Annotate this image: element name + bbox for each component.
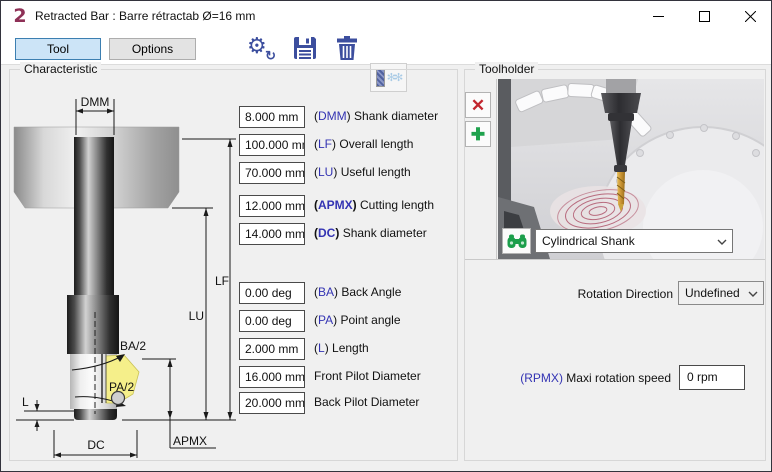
dmm-input[interactable]: 8.000 mm <box>239 106 305 128</box>
rpmx-label: (RPMX) Maxi rotation speed <box>471 371 671 385</box>
maximize-icon <box>699 11 710 22</box>
minimize-icon <box>653 11 664 22</box>
svg-text:LU: LU <box>189 309 204 323</box>
red-x-icon: ✕ <box>471 97 485 114</box>
search-toolholder-button[interactable] <box>502 228 531 254</box>
tool-editor-window: 2 Retracted Bar : Barre rétractab Ø=16 m… <box>0 0 772 472</box>
lf-input[interactable]: 100.000 mm <box>239 134 305 156</box>
svg-text:PA/2: PA/2 <box>109 380 134 394</box>
toolholder-image-bottom-border <box>465 259 765 260</box>
save-button[interactable] <box>289 34 321 62</box>
svg-text:DC: DC <box>87 438 105 452</box>
tab-tool[interactable]: Tool <box>15 38 101 60</box>
svg-text:L: L <box>22 395 29 409</box>
toolholder-delete-button[interactable]: ✕ <box>465 92 491 118</box>
trash-icon <box>334 35 360 61</box>
svg-text:APMX: APMX <box>173 434 207 448</box>
minimize-button[interactable] <box>635 1 681 31</box>
chevron-down-icon <box>748 291 758 297</box>
toolholder-group-title: Toolholder <box>475 62 538 76</box>
save-icon <box>292 35 318 61</box>
rotation-direction-select[interactable]: Undefined <box>678 281 764 305</box>
front-pilot-input[interactable]: 16.000 mm <box>239 366 305 388</box>
binoculars-icon <box>507 234 527 249</box>
toolholder-divider <box>496 79 497 259</box>
pa-input[interactable]: 0.00 deg <box>239 310 305 332</box>
ba-input[interactable]: 0.00 deg <box>239 282 305 304</box>
svg-text:BA/2: BA/2 <box>120 339 146 353</box>
svg-text:DMM: DMM <box>81 95 110 109</box>
green-plus-icon: ✚ <box>471 126 485 143</box>
titlebar: 2 Retracted Bar : Barre rétractab Ø=16 m… <box>1 1 771 31</box>
window-title: Retracted Bar : Barre rétractab Ø=16 mm <box>35 1 255 31</box>
rotation-direction-label: Rotation Direction <box>501 287 673 301</box>
l-input[interactable]: 2.000 mm <box>239 338 305 360</box>
tab-options[interactable]: Options <box>109 38 196 60</box>
back-pilot-input[interactable]: 20.000 mm <box>239 392 305 414</box>
update-button[interactable]: ⚙↻ <box>244 34 276 62</box>
close-button[interactable] <box>727 1 772 31</box>
chevron-down-icon <box>717 239 727 245</box>
svg-text:LF: LF <box>215 274 229 288</box>
lu-input[interactable]: 70.000 mm <box>239 162 305 184</box>
update-gear-icon: ⚙↻ <box>247 35 273 61</box>
shank-type-select[interactable]: Cylindrical Shank <box>535 229 733 253</box>
toolholder-add-button[interactable]: ✚ <box>465 121 491 147</box>
toolbar: Tool Options ⚙↻ <box>1 31 771 65</box>
delete-button[interactable] <box>331 34 363 62</box>
rpmx-input[interactable]: 0 rpm <box>679 365 745 390</box>
app-logo-icon: 2 <box>10 4 30 28</box>
maximize-button[interactable] <box>681 1 727 31</box>
close-icon <box>745 11 756 22</box>
dc-input[interactable]: 14.000 mm <box>239 223 305 245</box>
apmx-input[interactable]: 12.000 mm <box>239 195 305 217</box>
